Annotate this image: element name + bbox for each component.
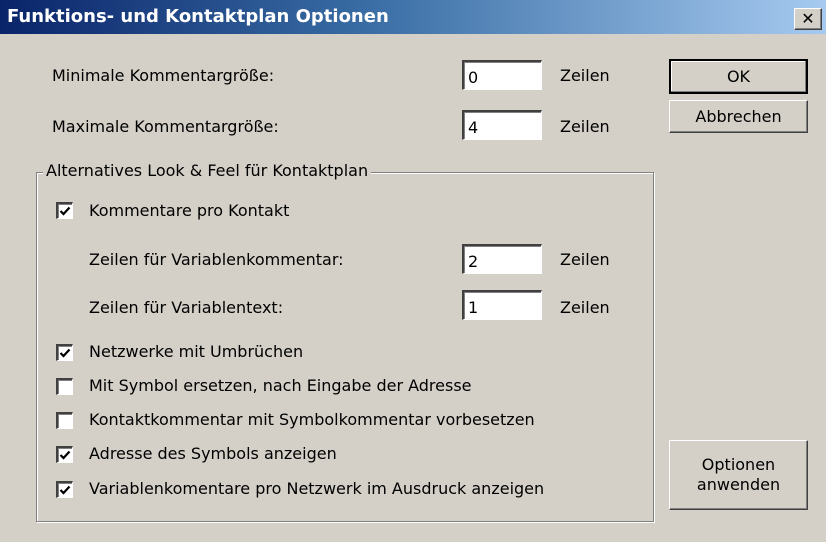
var-text-lines-unit: Zeilen <box>560 298 610 317</box>
checkmark-icon <box>59 450 71 460</box>
look-and-feel-group-legend: Alternatives Look & Feel für Kontaktplan <box>43 161 372 181</box>
option-checkbox[interactable] <box>56 412 73 429</box>
apply-options-label-line1: Optionen <box>701 455 776 474</box>
checkmark-icon <box>59 206 71 216</box>
min-comment-size-input[interactable] <box>462 60 542 90</box>
close-button[interactable]: ✕ <box>794 8 822 30</box>
title-bar: Funktions- und Kontaktplan Optionen ✕ <box>0 0 826 34</box>
var-text-lines-input[interactable] <box>462 290 542 320</box>
apply-options-button[interactable]: Optionen anwenden <box>669 440 808 510</box>
cancel-button[interactable]: Abbrechen <box>669 100 808 133</box>
min-comment-size-label: Minimale Kommentargröße: <box>52 66 275 85</box>
max-comment-size-input[interactable] <box>462 110 542 140</box>
close-icon: ✕ <box>801 9 815 28</box>
checkmark-icon <box>59 485 71 495</box>
comments-per-contact-checkbox[interactable] <box>56 202 73 219</box>
checkmark-icon <box>59 348 71 358</box>
option-checkbox[interactable] <box>56 378 73 395</box>
var-text-lines-label: Zeilen für Variablentext: <box>89 298 284 317</box>
option-label[interactable]: Mit Symbol ersetzen, nach Eingabe der Ad… <box>89 376 472 396</box>
option-label[interactable]: Kontaktkommentar mit Symbolkommentar vor… <box>89 410 535 430</box>
max-comment-size-unit: Zeilen <box>560 117 610 136</box>
min-comment-size-unit: Zeilen <box>560 66 610 85</box>
var-comment-lines-label: Zeilen für Variablenkommentar: <box>89 250 344 269</box>
var-comment-lines-unit: Zeilen <box>560 250 610 269</box>
option-checkbox[interactable] <box>56 344 73 361</box>
comments-per-contact-label[interactable]: Kommentare pro Kontakt <box>89 201 289 221</box>
option-label[interactable]: Adresse des Symbols anzeigen <box>89 444 337 464</box>
option-label[interactable]: Netzwerke mit Umbrüchen <box>89 342 303 362</box>
apply-options-label-line2: anwenden <box>696 475 781 494</box>
max-comment-size-label: Maximale Kommentargröße: <box>52 117 279 136</box>
window-title: Funktions- und Kontaktplan Optionen <box>7 6 389 27</box>
option-checkbox[interactable] <box>56 446 73 463</box>
var-comment-lines-input[interactable] <box>462 244 542 274</box>
option-checkbox[interactable] <box>56 481 73 498</box>
ok-button[interactable]: OK <box>669 59 808 94</box>
option-label[interactable]: Variablenkomentare pro Netzwerk im Ausdr… <box>89 479 544 499</box>
